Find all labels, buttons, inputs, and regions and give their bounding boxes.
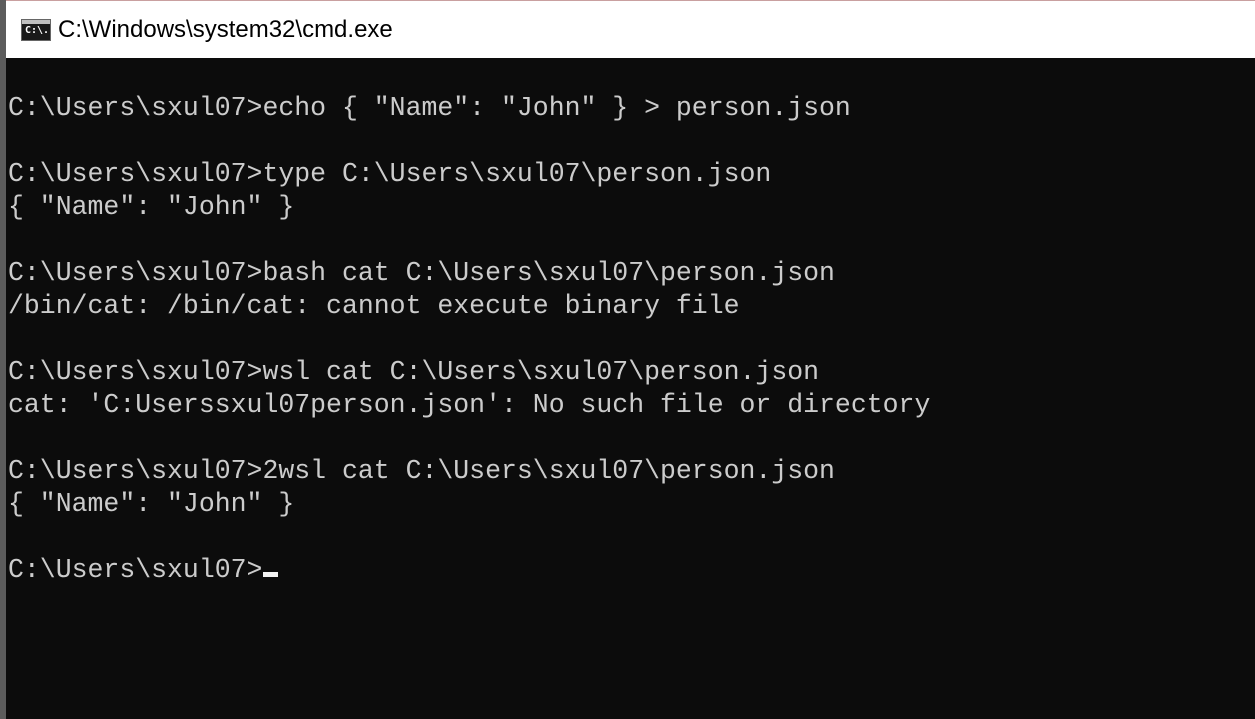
console-app-icon[interactable]: C:\. — [21, 19, 51, 41]
icon-title-strip — [22, 20, 50, 24]
prompt-text: C:\Users\sxul07> — [8, 555, 263, 585]
console-line-11 — [8, 422, 930, 455]
console-line-5 — [8, 224, 930, 257]
console-line-9: C:\Users\sxul07>wsl cat C:\Users\sxul07\… — [8, 357, 820, 387]
console-area[interactable]: C:\Users\sxul07>echo { "Name": "John" } … — [6, 58, 1255, 719]
console-line-1: C:\Users\sxul07>echo { "Name": "John" } … — [8, 93, 851, 123]
window-title: C:\Windows\system32\cmd.exe — [58, 16, 393, 43]
console-line-10: cat: 'C:Userssxul07person.json': No such… — [8, 390, 931, 420]
console-line-2 — [8, 125, 930, 158]
console-line-3: C:\Users\sxul07>type C:\Users\sxul07\per… — [8, 159, 772, 189]
console-line-12: C:\Users\sxul07>2wsl cat C:\Users\sxul07… — [8, 456, 835, 486]
icon-glyph: C:\. — [25, 25, 50, 36]
text-cursor — [263, 572, 279, 577]
console-line-8 — [8, 323, 930, 356]
title-bar[interactable]: C:\. C:\Windows\system32\cmd.exe — [6, 0, 1255, 58]
console-line-14 — [8, 521, 930, 554]
prompt-line[interactable]: C:\Users\sxul07> — [8, 554, 930, 587]
console-line-6: C:\Users\sxul07>bash cat C:\Users\sxul07… — [8, 258, 835, 288]
console-output: C:\Users\sxul07>echo { "Name": "John" } … — [8, 92, 930, 587]
console-line-4: { "Name": "John" } — [8, 192, 295, 222]
cmd-window: C:\. C:\Windows\system32\cmd.exe C:\User… — [0, 0, 1255, 719]
console-line-7: /bin/cat: /bin/cat: cannot execute binar… — [8, 291, 740, 321]
console-line-13: { "Name": "John" } — [8, 489, 295, 519]
